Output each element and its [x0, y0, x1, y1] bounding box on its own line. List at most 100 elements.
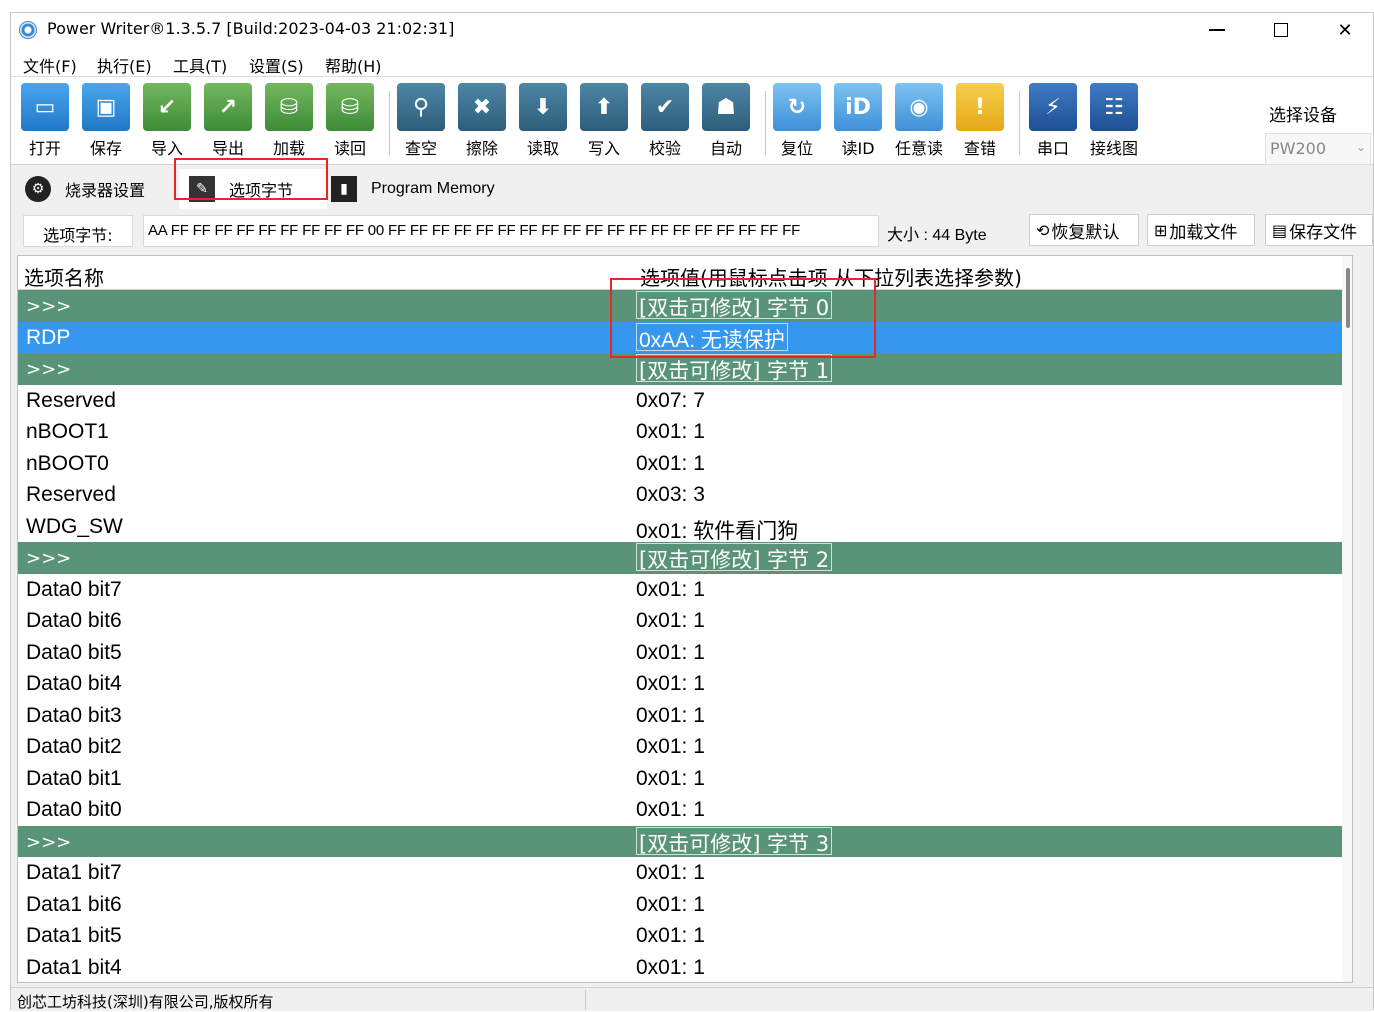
import-button[interactable]: ↙ 导入 [139, 83, 195, 163]
option-value-cell[interactable]: 0x07: 7 [636, 389, 705, 413]
read-any-icon: ◉ [895, 83, 943, 131]
option-value-cell[interactable]: [双击可修改] 字节 0 [636, 291, 833, 320]
option-value-cell[interactable]: 0x03: 3 [636, 483, 705, 507]
auto-button[interactable]: ☗ 自动 [698, 83, 754, 163]
erase-button[interactable]: ✖ 擦除 [454, 83, 510, 163]
table-row[interactable]: Data0 bit7 0x01: 1 [18, 574, 1352, 606]
export-button[interactable]: ↗ 导出 [200, 83, 256, 163]
tab-program-memory[interactable]: ▮ Program Memory [331, 169, 515, 209]
blank-check-label: 查空 [404, 139, 437, 158]
menu-help[interactable]: 帮助(H) [325, 53, 382, 77]
readback-button[interactable]: ⛁ 读回 [322, 83, 378, 163]
group-row[interactable]: >>> [双击可修改] 字节 2 [18, 542, 1352, 574]
option-value-cell[interactable]: 0x01: 1 [636, 767, 705, 791]
tab-option-bytes[interactable]: ✎ 选项字节 [179, 169, 327, 209]
table-row[interactable]: Data0 bit1 0x01: 1 [18, 763, 1352, 795]
error-check-label: 查错 [963, 139, 996, 158]
column-header-name[interactable]: 选项名称 [24, 262, 104, 291]
write-button[interactable]: ⬆ 写入 [576, 83, 632, 163]
option-value-cell[interactable]: 0x01: 1 [636, 893, 705, 917]
option-value-cell[interactable]: 0x01: 1 [636, 861, 705, 885]
option-value-cell[interactable]: [双击可修改] 字节 3 [636, 826, 833, 856]
app-window: Power Writer®1.3.5.7 [Build:2023-04-03 2… [10, 12, 1374, 1011]
table-row[interactable]: Reserved 0x07: 7 [18, 385, 1352, 417]
device-select[interactable]: PW200 ⌄ [1265, 133, 1371, 165]
reset-button[interactable]: ↻ 复位 [769, 83, 825, 163]
status-separator [585, 990, 586, 1010]
maximize-button[interactable] [1251, 13, 1311, 47]
option-value-cell[interactable]: 0x01: 软件看门狗 [636, 515, 798, 545]
close-icon: ✕ [1337, 19, 1353, 41]
error-check-button[interactable]: ! 查错 [952, 83, 1008, 163]
table-row[interactable]: RDP 0xAA: 无读保护 [18, 321, 1352, 353]
option-value-cell[interactable]: [双击可修改] 字节 1 [636, 354, 833, 383]
robot-icon: ☗ [702, 83, 750, 131]
table-row[interactable]: Data1 bit5 0x01: 1 [18, 920, 1352, 952]
table-row[interactable]: Data0 bit4 0x01: 1 [18, 668, 1352, 700]
option-name-cell: >>> [26, 296, 72, 317]
group-row[interactable]: >>> [双击可修改] 字节 3 [18, 825, 1352, 857]
menu-settings[interactable]: 设置(S) [249, 53, 304, 77]
option-value-cell[interactable]: 0x01: 1 [636, 452, 705, 476]
close-button[interactable]: ✕ [1315, 13, 1374, 47]
menu-tools[interactable]: 工具(T) [173, 53, 227, 77]
group-row[interactable]: >>> [双击可修改] 字节 1 [18, 353, 1352, 385]
option-name-cell: nBOOT1 [26, 420, 109, 443]
table-row[interactable]: Data0 bit5 0x01: 1 [18, 637, 1352, 669]
window-title: Power Writer®1.3.5.7 [Build:2023-04-03 2… [47, 19, 455, 38]
table-row[interactable]: nBOOT0 0x01: 1 [18, 448, 1352, 480]
table-row[interactable]: Data1 bit6 0x01: 1 [18, 889, 1352, 921]
load-button[interactable]: ⛁ 加载 [261, 83, 317, 163]
tab-programmer-settings[interactable]: ⚙ 烧录器设置 [25, 169, 175, 209]
option-value-cell[interactable]: 0x01: 1 [636, 798, 705, 822]
restore-default-button[interactable]: ⟲ 恢复默认 [1029, 214, 1139, 246]
serial-port-button[interactable]: ⚡ 串口 [1025, 83, 1081, 163]
table-row[interactable]: nBOOT1 0x01: 1 [18, 416, 1352, 448]
option-value-cell[interactable]: 0x01: 1 [636, 672, 705, 696]
table-row[interactable]: Data1 bit4 0x01: 1 [18, 952, 1352, 983]
verify-button[interactable]: ✔ 校验 [637, 83, 693, 163]
column-header-value[interactable]: 选项值(用鼠标点击项 从下拉列表选择参数) [640, 262, 1022, 291]
table-row[interactable]: Data0 bit2 0x01: 1 [18, 731, 1352, 763]
option-value-cell[interactable]: 0x01: 1 [636, 420, 705, 444]
table-row[interactable]: Data1 bit7 0x01: 1 [18, 857, 1352, 889]
reset-icon: ↻ [773, 83, 821, 131]
read-id-button[interactable]: iD 读ID [830, 83, 886, 163]
option-value-cell[interactable]: 0xAA: 无读保护 [636, 322, 788, 352]
option-value-cell[interactable]: 0x01: 1 [636, 735, 705, 759]
open-button[interactable]: ▭ 打开 [17, 83, 73, 163]
read-any-button[interactable]: ◉ 任意读 [891, 83, 947, 163]
scrollbar-thumb[interactable] [1346, 268, 1350, 328]
serial-port-icon: ⚡ [1029, 83, 1077, 131]
table-row[interactable]: Reserved 0x03: 3 [18, 479, 1352, 511]
group-row[interactable]: >>> [双击可修改] 字节 0 [18, 290, 1352, 322]
menu-execute[interactable]: 执行(E) [97, 53, 152, 77]
table-row[interactable]: Data0 bit6 0x01: 1 [18, 605, 1352, 637]
wiring-diagram-button[interactable]: ☷ 接线图 [1086, 83, 1142, 163]
option-bytes-field[interactable]: AA FF FF FF FF FF FF FF FF FF 00 FF FF F… [143, 215, 879, 247]
option-value-cell[interactable]: 0x01: 1 [636, 641, 705, 665]
option-name-cell: Data0 bit3 [26, 703, 122, 727]
vertical-scrollbar[interactable] [1342, 256, 1352, 982]
save-button[interactable]: ▣ 保存 [78, 83, 134, 163]
load-file-button[interactable]: ⊞ 加载文件 [1147, 214, 1255, 246]
option-value-cell[interactable]: 0x01: 1 [636, 924, 705, 948]
minimize-button[interactable] [1187, 13, 1247, 47]
verify-icon: ✔ [641, 83, 689, 131]
option-value-cell[interactable]: 0x01: 1 [636, 609, 705, 633]
option-value-cell[interactable]: [双击可修改] 字节 2 [636, 543, 833, 572]
readback-icon: ⛁ [326, 83, 374, 131]
option-name-cell: Data0 bit2 [26, 735, 122, 758]
table-row[interactable]: Data0 bit3 0x01: 1 [18, 700, 1352, 732]
blank-check-button[interactable]: ⚲ 查空 [393, 83, 449, 163]
read-button[interactable]: ⬇ 读取 [515, 83, 571, 163]
option-value-cell[interactable]: 0x01: 1 [636, 704, 705, 728]
menu-file[interactable]: 文件(F) [23, 53, 77, 77]
option-value-cell[interactable]: 0x01: 1 [636, 578, 705, 602]
chevron-down-icon: ⌄ [1355, 140, 1366, 154]
option-value-cell[interactable]: 0x01: 1 [636, 956, 705, 980]
table-row[interactable]: Data0 bit0 0x01: 1 [18, 794, 1352, 826]
tab-label: 烧录器设置 [65, 181, 146, 200]
table-row[interactable]: WDG_SW 0x01: 软件看门狗 [18, 511, 1352, 543]
save-file-button[interactable]: ▤ 保存文件 [1265, 214, 1373, 246]
